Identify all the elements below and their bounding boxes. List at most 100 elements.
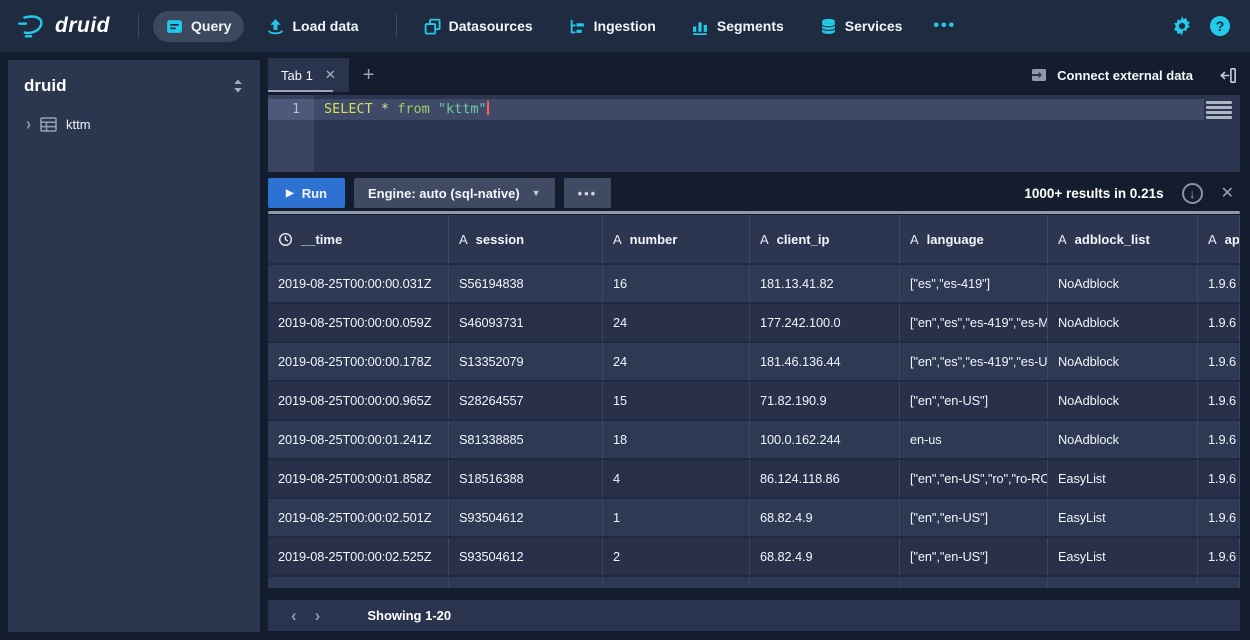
table-cell[interactable]: ["en","en-US"] [900, 499, 1048, 536]
table-cell[interactable]: 16 [603, 265, 750, 302]
table-cell[interactable]: 2019-08-25T00:00:02.688Z [268, 577, 449, 588]
table-cell[interactable]: 18 [603, 421, 750, 458]
column-header-language[interactable]: Alanguage [900, 215, 1048, 263]
next-page-icon[interactable]: › [306, 606, 330, 626]
table-cell[interactable]: ["en","es","es-419","es-US"] [900, 343, 1048, 380]
table-cell[interactable]: EasyList [1048, 538, 1198, 575]
sidebar-item-kttm[interactable]: › kttm [8, 108, 260, 141]
table-cell[interactable]: 24 [603, 343, 750, 380]
prev-page-icon[interactable]: ‹ [282, 606, 306, 626]
table-cell[interactable]: 1.9.6 [1198, 577, 1240, 588]
table-cell[interactable]: 177.242.100.0 [750, 304, 900, 341]
table-cell[interactable]: 1.9.6 [1198, 499, 1240, 536]
column-header-session[interactable]: Asession [449, 215, 603, 263]
table-cell[interactable]: S81338885 [449, 421, 603, 458]
horizontal-scrollbar[interactable] [268, 211, 1240, 214]
table-cell[interactable]: NoAdblock [1048, 265, 1198, 302]
table-cell[interactable]: 2019-08-25T00:00:00.965Z [268, 382, 449, 419]
column-header-number[interactable]: Anumber [603, 215, 750, 263]
table-cell[interactable]: 2019-08-25T00:00:00.059Z [268, 304, 449, 341]
table-cell[interactable]: EasyList [1048, 499, 1198, 536]
column-header-__time[interactable]: __time [268, 215, 449, 263]
table-cell[interactable]: 15 [603, 382, 750, 419]
table-cell[interactable]: 68.82.4.9 [750, 499, 900, 536]
settings-gear-icon[interactable] [1172, 16, 1192, 36]
sql-editor[interactable]: 1 SELECT * from "kttm" [268, 95, 1240, 172]
druid-brand[interactable]: druid [16, 11, 110, 41]
nav-more-button[interactable]: ••• [925, 17, 964, 35]
table-cell[interactable]: ["es","es-419"] [900, 265, 1048, 302]
nav-item-query[interactable]: Query [153, 11, 244, 42]
table-cell[interactable]: 1.9.6 [1198, 538, 1240, 575]
table-cell[interactable]: ["en","es","es-419","es-MX"] [900, 304, 1048, 341]
column-header-app_version[interactable]: Aapp_version [1198, 215, 1240, 263]
table-cell[interactable]: 100.0.162.244 [750, 421, 900, 458]
tab-1[interactable]: Tab 1 ✕ [268, 58, 349, 92]
table-cell[interactable]: S93504612 [449, 499, 603, 536]
table-cell[interactable]: EasyList [1048, 460, 1198, 497]
collapse-panel-icon[interactable] [1219, 66, 1238, 85]
table-cell[interactable]: 181.46.136.44 [750, 343, 900, 380]
table-cell[interactable]: 2019-08-25T00:00:01.241Z [268, 421, 449, 458]
table-cell[interactable]: 1.9.6 [1198, 343, 1240, 380]
tab-close-icon[interactable]: ✕ [325, 67, 336, 83]
nav-item-segments[interactable]: Segments [679, 11, 797, 42]
table-cell[interactable]: 181.13.41.82 [750, 265, 900, 302]
column-header-client_ip[interactable]: Aclient_ip [750, 215, 900, 263]
table-cell[interactable]: 6 [603, 577, 750, 588]
nav-item-services[interactable]: Services [807, 11, 916, 42]
table-cell[interactable]: 2019-08-25T00:00:02.525Z [268, 538, 449, 575]
table-cell[interactable]: 2019-08-25T00:00:02.501Z [268, 499, 449, 536]
table-cell[interactable]: 4 [603, 460, 750, 497]
nav-item-load-data[interactable]: Load data [254, 11, 371, 42]
table-cell[interactable]: NoAdblock [1048, 304, 1198, 341]
chevron-right-icon[interactable]: › [26, 114, 31, 134]
table-cell[interactable]: 24 [603, 304, 750, 341]
table-cell[interactable]: 1 [603, 499, 750, 536]
column-header-adblock_list[interactable]: Aadblock_list [1048, 215, 1198, 263]
table-cell[interactable]: S56194838 [449, 265, 603, 302]
table-cell[interactable]: S28264557 [449, 382, 603, 419]
table-cell[interactable]: en-us [900, 421, 1048, 458]
table-cell[interactable]: NoAdblock [1048, 382, 1198, 419]
close-results-icon[interactable]: ✕ [1221, 183, 1234, 203]
table-cell[interactable]: NoAdblock [1048, 577, 1198, 588]
table-cell[interactable]: 1.9.6 [1198, 265, 1240, 302]
table-cell[interactable]: S10902483 [449, 577, 603, 588]
nav-item-datasources[interactable]: Datasources [411, 11, 546, 42]
table-cell[interactable]: 2019-08-25T00:00:01.858Z [268, 460, 449, 497]
editor-code-area[interactable]: SELECT * from "kttm" [314, 95, 1240, 172]
table-cell[interactable]: S93504612 [449, 538, 603, 575]
sort-toggle-icon[interactable] [232, 78, 244, 94]
table-cell[interactable]: 86.124.118.86 [750, 460, 900, 497]
table-cell[interactable]: 71.82.190.9 [750, 382, 900, 419]
table-cell[interactable]: NoAdblock [1048, 343, 1198, 380]
table-cell[interactable]: NoAdblock [1048, 421, 1198, 458]
more-options-button[interactable]: ••• [564, 178, 612, 208]
table-cell[interactable]: 68.82.4.9 [750, 538, 900, 575]
table-cell[interactable]: 2019-08-25T00:00:00.178Z [268, 343, 449, 380]
engine-select-button[interactable]: Engine: auto (sql-native) ▼ [354, 178, 555, 208]
table-cell[interactable]: 2019-08-25T00:00:00.031Z [268, 265, 449, 302]
table-cell[interactable]: 1.9.6 [1198, 304, 1240, 341]
download-icon[interactable]: ↓ [1182, 183, 1203, 204]
help-icon[interactable]: ? [1210, 16, 1230, 36]
table-cell[interactable]: en-us [900, 577, 1048, 588]
table-cell[interactable]: ["en","en-US","ro","ro-RO"] [900, 460, 1048, 497]
nav-item-ingestion[interactable]: Ingestion [556, 11, 669, 42]
table-cell[interactable]: 1.9.6 [1198, 421, 1240, 458]
table-cell[interactable]: 1.9.6 [1198, 382, 1240, 419]
table-cell[interactable]: S18516388 [449, 460, 603, 497]
add-tab-button[interactable]: + [349, 58, 389, 92]
run-button[interactable]: ▶ Run [268, 178, 345, 208]
table-cell[interactable]: ["en","en-US"] [900, 538, 1048, 575]
table-cell[interactable]: 2 [603, 538, 750, 575]
sql-query-line[interactable]: SELECT * from "kttm" [314, 99, 1204, 120]
connect-external-data-button[interactable]: Connect external data [1030, 66, 1193, 84]
editor-menu-icon[interactable] [1206, 101, 1232, 121]
table-cell[interactable]: 72.93.52.73 [750, 577, 900, 588]
table-cell[interactable]: ["en","en-US"] [900, 382, 1048, 419]
table-cell[interactable]: S13352079 [449, 343, 603, 380]
table-cell[interactable]: S46093731 [449, 304, 603, 341]
table-cell[interactable]: 1.9.6 [1198, 460, 1240, 497]
